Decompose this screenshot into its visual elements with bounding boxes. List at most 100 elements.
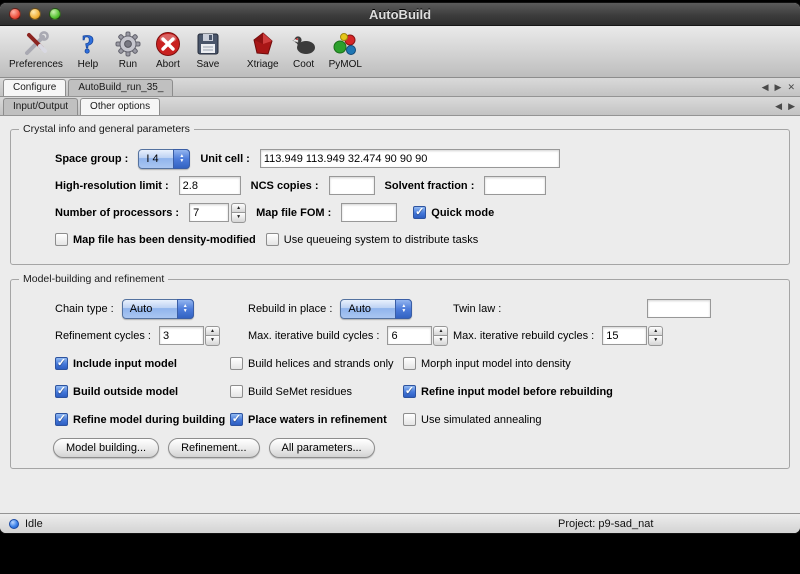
stepper-up-icon[interactable]: ▲	[205, 326, 220, 336]
tab-configure[interactable]: Configure	[3, 79, 66, 96]
build-semet-label: Build SeMet residues	[248, 386, 352, 398]
tab-nav-back-icon[interactable]: ◀	[762, 81, 769, 93]
refinement-cycles-stepper[interactable]: ▲ ▼	[205, 326, 220, 346]
coot-button[interactable]: Coot	[284, 28, 324, 71]
checkbox-box: ✓	[403, 413, 416, 426]
xtriage-button[interactable]: Xtriage	[242, 28, 284, 71]
stepper-up-icon[interactable]: ▲	[648, 326, 663, 336]
map-file-fom-input[interactable]	[341, 203, 397, 222]
checkbox-include-input-model[interactable]: ✓ Include input model	[55, 357, 230, 370]
number-of-processors-label: Number of processors :	[55, 207, 179, 219]
tab-autobuild-run-35[interactable]: AutoBuild_run_35_	[68, 79, 173, 96]
all-parameters-button[interactable]: All parameters...	[269, 438, 375, 458]
page-tab-nav: ◀ ▶	[775, 100, 795, 112]
toolbar-label: Help	[78, 59, 99, 70]
density-modified-label: Map file has been density-modified	[73, 234, 256, 246]
max-iterative-rebuild-cycles-label: Max. iterative rebuild cycles :	[453, 330, 594, 342]
minimize-window-button[interactable]	[29, 8, 41, 20]
preferences-button[interactable]: Preferences	[4, 28, 68, 71]
rebuild-in-place-value: Auto	[348, 303, 371, 315]
include-input-model-label: Include input model	[73, 358, 177, 370]
save-floppy-icon	[193, 29, 223, 59]
number-of-processors-input[interactable]	[189, 203, 229, 222]
status-state: Idle	[25, 518, 43, 530]
checkbox-simulated-annealing[interactable]: ✓ Use simulated annealing	[403, 413, 779, 426]
map-file-fom-label: Map file FOM :	[256, 207, 331, 219]
checkbox-build-semet[interactable]: ✓ Build SeMet residues	[230, 385, 403, 398]
check-icon: ✓	[57, 412, 66, 425]
stepper-up-icon[interactable]: ▲	[231, 203, 246, 213]
pymol-button[interactable]: PyMOL	[324, 28, 367, 71]
checkbox-refine-during-building[interactable]: ✓ Refine model during building	[55, 413, 230, 426]
checkbox-box: ✓	[55, 233, 68, 246]
chain-type-dropdown[interactable]: Auto ▲▼	[122, 299, 194, 319]
stepper-down-icon[interactable]: ▼	[231, 212, 246, 223]
checkbox-morph-input-model[interactable]: ✓ Morph input model into density	[403, 357, 779, 370]
processors-stepper[interactable]: ▲ ▼	[231, 203, 246, 223]
high-resolution-limit-label: High-resolution limit :	[55, 180, 169, 192]
svg-text:?: ?	[81, 30, 94, 58]
checkbox-build-outside-model[interactable]: ✓ Build outside model	[55, 385, 230, 398]
max-iterative-rebuild-cycles-input[interactable]	[602, 326, 647, 345]
place-waters-label: Place waters in refinement	[248, 414, 387, 426]
checkbox-box: ✓	[230, 385, 243, 398]
tab-nav-close-icon[interactable]: ✕	[787, 81, 795, 93]
checkbox-refine-input-model[interactable]: ✓ Refine input model before rebuilding	[403, 385, 779, 398]
window-title: AutoBuild	[0, 7, 800, 22]
unit-cell-input[interactable]	[260, 149, 560, 168]
refinement-cycles-label: Refinement cycles :	[55, 330, 151, 342]
stepper-down-icon[interactable]: ▼	[648, 335, 663, 346]
tab-nav-back-icon[interactable]: ◀	[775, 100, 782, 112]
solvent-fraction-label: Solvent fraction :	[385, 180, 475, 192]
checkbox-build-helices[interactable]: ✓ Build helices and strands only	[230, 357, 403, 370]
tab-nav-forward-icon[interactable]: ▶	[775, 81, 782, 93]
checkbox-box: ✓	[55, 385, 68, 398]
tab-nav-forward-icon[interactable]: ▶	[788, 100, 795, 112]
space-group-dropdown[interactable]: I 4 ▲▼	[138, 149, 190, 169]
rebuild-in-place-dropdown[interactable]: Auto ▲▼	[340, 299, 412, 319]
max-iterative-build-cycles-input[interactable]	[387, 326, 432, 345]
check-icon: ✓	[57, 356, 66, 369]
build-cycles-stepper[interactable]: ▲ ▼	[433, 326, 448, 346]
rebuild-cycles-stepper[interactable]: ▲ ▼	[648, 326, 663, 346]
model-building-options-button[interactable]: Model building...	[53, 438, 159, 458]
twin-law-input[interactable]	[647, 299, 711, 318]
abort-x-icon	[153, 29, 183, 59]
run-button[interactable]: Run	[108, 28, 148, 71]
stepper-down-icon[interactable]: ▼	[433, 335, 448, 346]
simulated-annealing-label: Use simulated annealing	[421, 414, 541, 426]
chain-type-value: Auto	[130, 303, 153, 315]
abort-button[interactable]: Abort	[148, 28, 188, 71]
stepper-up-icon[interactable]: ▲	[433, 326, 448, 336]
checkbox-queueing-system[interactable]: ✓ Use queueing system to distribute task…	[266, 233, 478, 246]
refinement-options-button[interactable]: Refinement...	[168, 438, 259, 458]
autobuild-window: AutoBuild Preferences ? Help	[0, 3, 800, 533]
high-resolution-limit-input[interactable]	[179, 176, 241, 195]
toolbar-label: Abort	[156, 59, 180, 70]
solvent-fraction-input[interactable]	[484, 176, 546, 195]
checkbox-box: ✓	[413, 206, 426, 219]
refinement-cycles-input[interactable]	[159, 326, 204, 345]
document-tab-bar: Configure AutoBuild_run_35_ ◀ ▶ ✕	[0, 78, 800, 97]
checkbox-quick-mode[interactable]: ✓ Quick mode	[413, 206, 494, 219]
toolbar-label: Coot	[293, 59, 314, 70]
preferences-tools-icon	[21, 29, 51, 59]
ncs-copies-input[interactable]	[329, 176, 375, 195]
checkbox-place-waters[interactable]: ✓ Place waters in refinement	[230, 413, 403, 426]
zoom-window-button[interactable]	[49, 8, 61, 20]
close-window-button[interactable]	[9, 8, 21, 20]
tab-other-options[interactable]: Other options	[80, 98, 160, 115]
checkbox-density-modified[interactable]: ✓ Map file has been density-modified	[55, 233, 256, 246]
dropdown-arrows-icon: ▲▼	[173, 149, 190, 169]
dropdown-arrows-icon: ▲▼	[177, 299, 194, 319]
help-button[interactable]: ? Help	[68, 28, 108, 71]
title-bar: AutoBuild	[0, 3, 800, 26]
save-button[interactable]: Save	[188, 28, 228, 71]
stepper-down-icon[interactable]: ▼	[205, 335, 220, 346]
rebuild-in-place-label: Rebuild in place :	[248, 303, 332, 315]
toolbar-label: Preferences	[9, 59, 63, 70]
max-iterative-build-cycles-label: Max. iterative build cycles :	[248, 330, 379, 342]
queueing-system-label: Use queueing system to distribute tasks	[284, 234, 478, 246]
model-building-groupbox: Model-building and refinement Chain type…	[10, 279, 790, 469]
tab-input-output[interactable]: Input/Output	[3, 98, 78, 115]
